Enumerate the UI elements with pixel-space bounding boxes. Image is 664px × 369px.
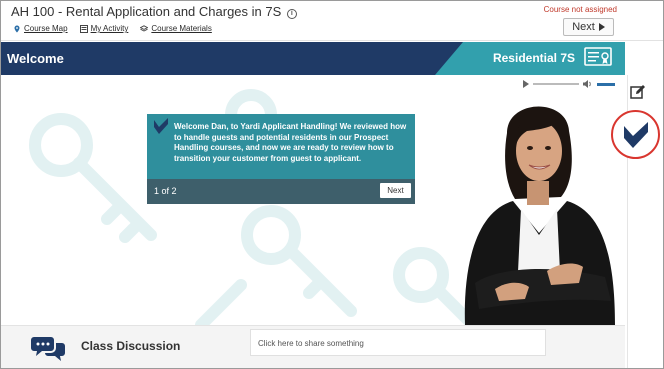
class-discussion-bar: Class Discussion Click here to share som… [1,325,625,368]
edit-note-icon[interactable] [630,84,646,100]
course-map-link[interactable]: Course Map [13,24,68,33]
next-button-top[interactable]: Next [563,18,614,36]
presenter-image [464,106,615,325]
dialog-next-button[interactable]: Next [380,183,411,198]
certificate-icon [584,47,612,66]
volume-slider[interactable] [597,82,615,86]
class-discussion-label: Class Discussion [81,339,181,353]
play-icon[interactable] [523,80,529,88]
banner-product-label: Residential 7S [492,51,575,65]
welcome-banner: Welcome Residential 7S [1,42,625,75]
yardi-mark-icon [154,118,168,134]
layers-icon [140,24,149,32]
course-nav: Course Map My Activity Course Materials [13,24,212,33]
audio-controls [523,80,615,88]
map-pin-icon [14,25,20,32]
audio-progress[interactable] [533,83,579,85]
info-icon[interactable]: i [286,9,297,19]
course-title: AH 100 - Rental Application and Charges … [11,4,297,19]
share-input[interactable]: Click here to share something [250,329,546,356]
course-header: AH 100 - Rental Application and Charges … [1,1,663,41]
course-materials-link[interactable]: Course Materials [140,24,212,33]
yardi-tab[interactable] [611,110,660,159]
yardi-logo-icon [624,122,648,148]
course-status: Course not assigned [543,5,617,14]
content-stage: Welcome Dan, to Yardi Applicant Handling… [1,75,625,325]
chat-bubbles-icon [31,337,65,361]
my-activity-link[interactable]: My Activity [79,24,128,33]
banner-title: Welcome [7,51,64,66]
dialog-message: Welcome Dan, to Yardi Applicant Handling… [174,122,407,163]
dialog-footer [147,179,415,204]
activity-icon [79,24,88,33]
speaker-icon[interactable] [583,80,593,88]
dialog-page-indicator: 1 of 2 [154,186,177,196]
next-arrow-icon [598,23,605,31]
